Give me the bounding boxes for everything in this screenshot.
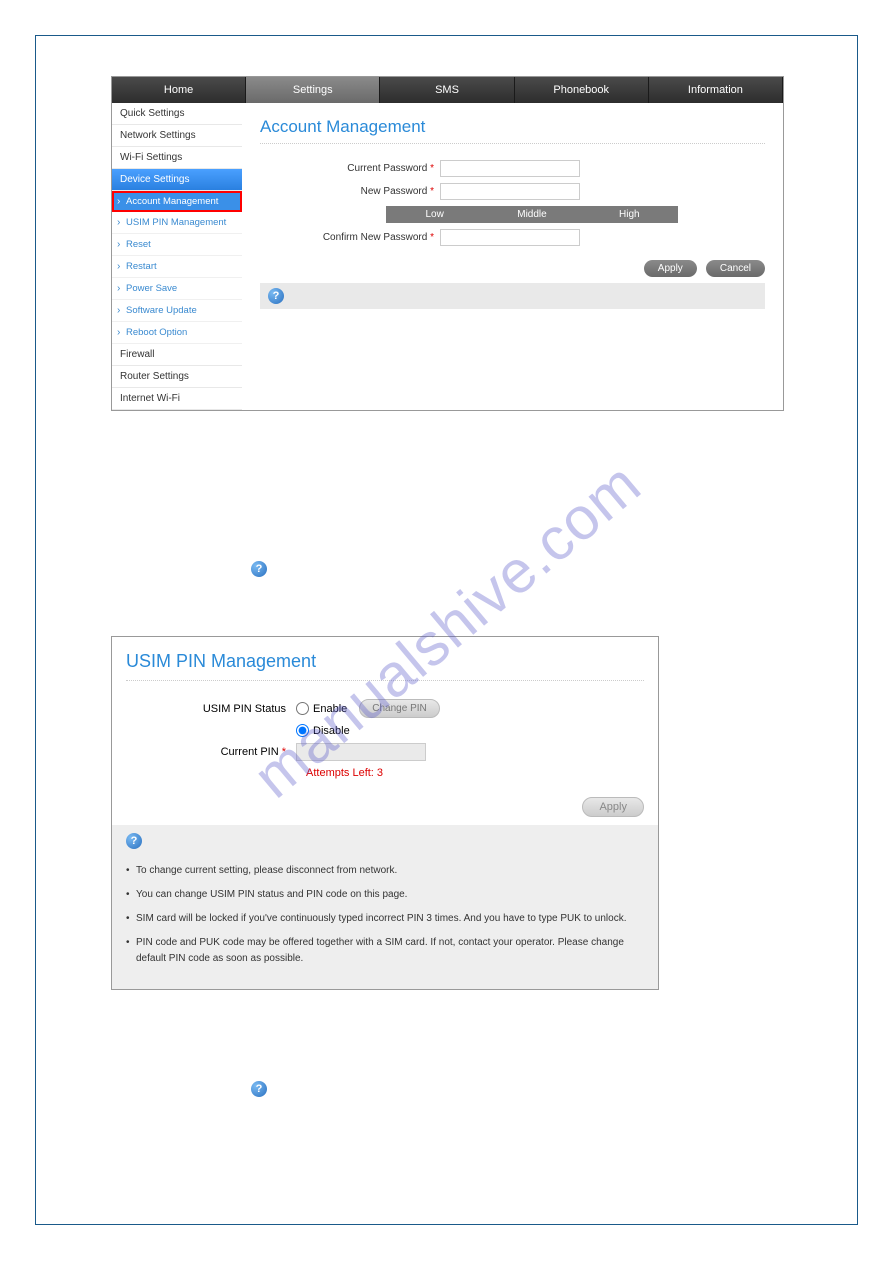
sidebar: Quick Settings Network Settings Wi-Fi Se… <box>112 103 242 410</box>
help-strip: ? <box>260 283 765 309</box>
screenshot-account-management: Home Settings SMS Phonebook Information … <box>111 76 784 411</box>
sidebar-item-router-settings[interactable]: Router Settings <box>112 366 242 388</box>
usim-status-label: USIM PIN Status <box>126 703 296 715</box>
sidebar-sub-usim-pin[interactable]: USIM PIN Management <box>112 212 242 234</box>
sidebar-item-quick-settings[interactable]: Quick Settings <box>112 103 242 125</box>
confirm-password-input[interactable] <box>440 229 580 246</box>
disable-label: Disable <box>313 725 350 737</box>
help-icon[interactable]: ? <box>126 833 142 849</box>
strength-high: High <box>581 206 678 223</box>
current-pin-label: Current PIN * <box>126 746 296 758</box>
new-password-input[interactable] <box>440 183 580 200</box>
top-nav: Home Settings SMS Phonebook Information <box>112 77 783 103</box>
nav-sms[interactable]: SMS <box>380 77 514 103</box>
main-panel: Account Management Current Password * Ne… <box>242 103 783 410</box>
help-icon: ? <box>251 1081 267 1097</box>
enable-radio[interactable] <box>296 702 309 715</box>
enable-label: Enable <box>313 703 347 715</box>
apply-button-usim[interactable]: Apply <box>582 797 644 817</box>
password-strength-bar: Low Middle High <box>386 206 678 223</box>
page-title-usim: USIM PIN Management <box>126 649 644 681</box>
cancel-button[interactable]: Cancel <box>706 260 765 277</box>
sidebar-sub-power-save[interactable]: Power Save <box>112 278 242 300</box>
current-password-label: Current Password * <box>260 163 440 174</box>
nav-phonebook[interactable]: Phonebook <box>515 77 649 103</box>
help-item: You can change USIM PIN status and PIN c… <box>126 887 644 903</box>
screenshot-usim-pin: USIM PIN Management USIM PIN Status Enab… <box>111 636 659 990</box>
help-item: To change current setting, please discon… <box>126 863 644 879</box>
sidebar-sub-restart[interactable]: Restart <box>112 256 242 278</box>
sidebar-item-network-settings[interactable]: Network Settings <box>112 125 242 147</box>
strength-low: Low <box>386 206 483 223</box>
nav-information[interactable]: Information <box>649 77 783 103</box>
page-title: Account Management <box>260 113 765 144</box>
new-password-label: New Password * <box>260 186 440 197</box>
help-icon[interactable]: ? <box>268 288 284 304</box>
help-icon: ? <box>251 561 267 577</box>
sidebar-item-internet-wifi[interactable]: Internet Wi-Fi <box>112 388 242 410</box>
sidebar-sub-reboot-option[interactable]: Reboot Option <box>112 322 242 344</box>
sidebar-sub-account-management[interactable]: Account Management <box>112 191 242 212</box>
help-item: SIM card will be locked if you've contin… <box>126 911 644 927</box>
sidebar-item-firewall[interactable]: Firewall <box>112 344 242 366</box>
disable-radio[interactable] <box>296 724 309 737</box>
attempts-left: Attempts Left: 3 <box>306 767 644 779</box>
sidebar-sub-reset[interactable]: Reset <box>112 234 242 256</box>
apply-button[interactable]: Apply <box>644 260 697 277</box>
current-password-input[interactable] <box>440 160 580 177</box>
nav-settings[interactable]: Settings <box>246 77 380 103</box>
sidebar-item-wifi-settings[interactable]: Wi-Fi Settings <box>112 147 242 169</box>
strength-middle: Middle <box>483 206 580 223</box>
change-pin-button[interactable]: Change PIN <box>359 699 439 718</box>
confirm-password-label: Confirm New Password * <box>260 232 440 243</box>
nav-home[interactable]: Home <box>112 77 246 103</box>
sidebar-sub-software-update[interactable]: Software Update <box>112 300 242 322</box>
help-item: PIN code and PUK code may be offered tog… <box>126 935 644 967</box>
sidebar-item-device-settings[interactable]: Device Settings <box>112 169 242 191</box>
help-box: ? To change current setting, please disc… <box>112 825 658 989</box>
current-pin-input[interactable] <box>296 743 426 761</box>
